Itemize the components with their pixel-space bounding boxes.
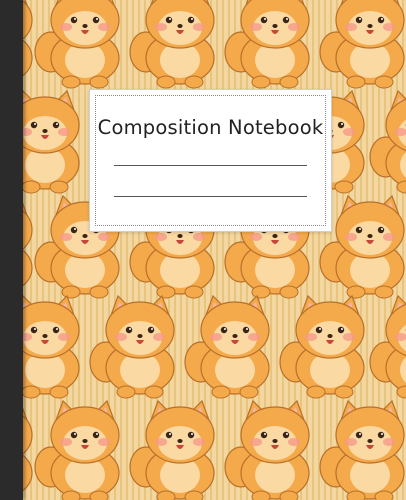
pomeranian-pattern <box>0 0 406 500</box>
write-line-2 <box>114 196 307 197</box>
title-label: Composition Notebook <box>89 89 332 232</box>
notebook-cover: Composition Notebook <box>0 0 406 500</box>
notebook-spine <box>0 0 23 500</box>
write-line-1 <box>114 165 307 166</box>
notebook-title: Composition Notebook <box>97 116 324 139</box>
label-dotted-border: Composition Notebook <box>95 95 326 226</box>
